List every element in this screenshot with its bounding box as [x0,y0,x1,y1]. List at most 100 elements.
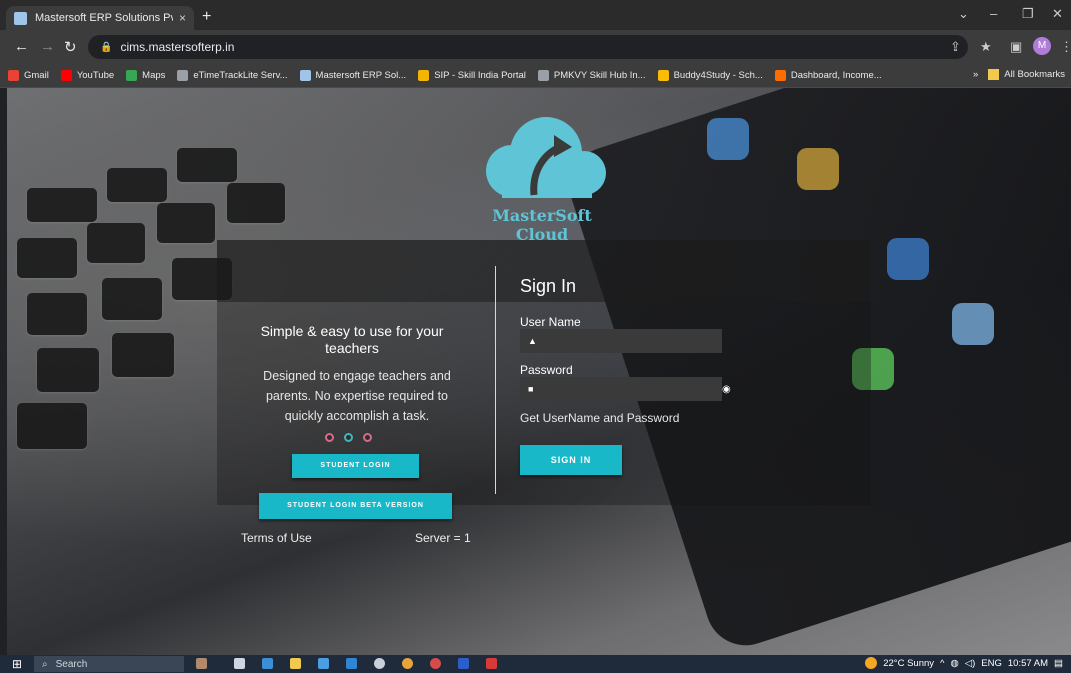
bookmark-favicon-icon [774,70,786,81]
close-window-icon[interactable]: ✕ [1052,6,1063,22]
bookmark-favicon-icon [60,70,72,81]
side-panel-icon[interactable]: ▣ [1010,39,1022,55]
logo-text: MasterSoft Cloud [492,206,592,244]
address-bar[interactable]: 🔒 cims.mastersofterp.in [88,35,968,59]
bookmark-label: YouTube [76,70,115,81]
clock-icon[interactable] [374,658,385,669]
task-view-icon[interactable] [234,658,245,669]
signin-title: Sign In [520,276,577,296]
bookmark-item[interactable]: Mastersoft ERP Sol... [299,70,407,81]
browser-tab[interactable]: Mastersoft ERP Solutions Pvt.Ltd × [6,6,194,30]
search-icon: ⌕ [42,658,48,670]
bookmark-label: Buddy4Study - Sch... [673,70,763,81]
sign-in-button[interactable]: SIGN IN [520,445,622,475]
bookmark-favicon-icon [8,70,19,81]
show-password-eye-icon[interactable]: ◉ [722,384,731,395]
menu-icon[interactable]: ⋮ [1060,39,1071,55]
mastersoft-cloud-logo [486,117,606,198]
chevron-up-icon[interactable]: ^ [940,658,944,669]
mail-icon[interactable] [346,658,357,669]
username-label: User Name [520,315,581,329]
acrobat-icon[interactable] [486,658,497,669]
app-icon-background [887,238,929,280]
share-icon[interactable]: ⇪ [950,39,961,55]
bookmark-item[interactable]: PMKVY Skill Hub In... [537,70,646,81]
bookmark-label: Mastersoft ERP Sol... [315,70,407,81]
weather-text[interactable]: 22°C Sunny [883,658,934,669]
file-explorer-icon[interactable] [290,658,301,669]
bookmark-item[interactable]: YouTube [60,70,115,81]
title-bar: Mastersoft ERP Solutions Pvt.Ltd × + ⌄ –… [0,0,1071,30]
carousel-dot[interactable] [325,433,334,442]
reload-icon[interactable]: ↻ [64,38,77,56]
student-login-beta-button[interactable]: STUDENT LOGIN BETA VERSION [259,493,452,519]
get-credentials-link[interactable]: Get UserName and Password [520,411,679,425]
carousel-dot[interactable] [363,433,372,442]
bookmark-label: SIP - Skill India Portal [434,70,526,81]
student-login-button[interactable]: STUDENT LOGIN [292,454,419,478]
navigation-bar: ← → ↻ 🔒 cims.mastersofterp.in ⇪ ★ ▣ M ⋮ [0,30,1071,64]
carousel-dot-active[interactable] [344,433,353,442]
system-tray: 22°C Sunny ^ ◍ ◁) ENG 10:57 AM ▤ [865,657,1063,669]
server-info: Server = 1 [415,531,471,545]
username-input[interactable] [520,329,722,353]
edge-icon[interactable] [262,658,273,669]
taskbar-search[interactable]: ⌕ Search [34,656,184,672]
lock-icon: ■ [528,384,534,394]
volume-icon[interactable]: ◁) [965,658,975,669]
app-icon[interactable] [430,658,441,669]
bookmark-item[interactable]: Dashboard, Income... [774,70,882,81]
site-favicon-icon [14,11,27,25]
chrome-icon[interactable] [402,658,413,669]
language-indicator[interactable]: ENG [981,658,1002,669]
all-bookmarks[interactable]: » All Bookmarks [973,69,1065,80]
bookmark-favicon-icon [126,70,138,81]
bookmark-label: Maps [142,70,166,81]
minimize-icon[interactable]: – [990,6,997,21]
profile-avatar[interactable]: M [1033,37,1051,55]
back-icon[interactable]: ← [14,38,29,55]
user-icon: ▲ [528,336,537,346]
bookmark-favicon-icon [418,70,430,81]
bookmark-favicon-icon [299,70,311,81]
chevron-down-icon[interactable]: ⌄ [958,6,969,22]
tab-close-icon[interactable]: × [179,11,186,25]
bookmark-star-icon[interactable]: ★ [980,39,992,55]
forward-icon[interactable]: → [40,38,55,55]
new-tab-button[interactable]: + [202,8,211,26]
bookmark-item[interactable]: Maps [126,70,165,81]
bookmark-item[interactable]: eTimeTrackLite Serv... [177,70,288,81]
store-icon[interactable] [318,658,329,669]
clock-time[interactable]: 10:57 AM [1008,658,1048,669]
tab-title: Mastersoft ERP Solutions Pvt.Ltd [35,12,173,24]
folder-icon [988,69,1000,80]
app-icon-background [952,303,994,345]
card-divider [495,266,496,494]
password-input[interactable] [520,377,722,401]
bookmark-item[interactable]: Gmail [8,70,49,81]
all-bookmarks-label: All Bookmarks [1004,69,1065,80]
windows-start-icon[interactable]: ⊞ [12,657,22,671]
login-page: MasterSoft Cloud Simple & easy to use fo… [7,88,1071,655]
bookmark-item[interactable]: Buddy4Study - Sch... [657,70,763,81]
bookmark-label: PMKVY Skill Hub In... [553,70,646,81]
windows-taskbar: ⊞ ⌕ Search 22°C Sunny ^ ◍ ◁) ENG 10:57 A… [0,655,1071,673]
lock-icon: 🔒 [100,41,113,53]
bookmarks-overflow-icon[interactable]: » [973,69,978,80]
carousel-indicators [325,433,372,442]
bookmark-favicon-icon [177,70,189,81]
word-icon[interactable] [458,658,469,669]
bookmark-item[interactable]: SIP - Skill India Portal [418,70,526,81]
password-label: Password [520,363,573,377]
url-text: cims.mastersofterp.in [120,40,235,54]
restore-icon[interactable]: ❐ [1022,6,1034,22]
description: Designed to engage teachers and parents.… [263,369,451,423]
bookmark-favicon-icon [657,70,669,81]
bookmark-label: eTimeTrackLite Serv... [193,70,288,81]
app-icon-background [797,148,839,190]
notifications-icon[interactable]: ▤ [1054,658,1063,669]
terms-of-use-link[interactable]: Terms of Use [241,531,312,545]
network-icon[interactable]: ◍ [951,658,959,669]
bookmark-favicon-icon [537,70,549,81]
cortana-icon[interactable] [196,658,207,669]
